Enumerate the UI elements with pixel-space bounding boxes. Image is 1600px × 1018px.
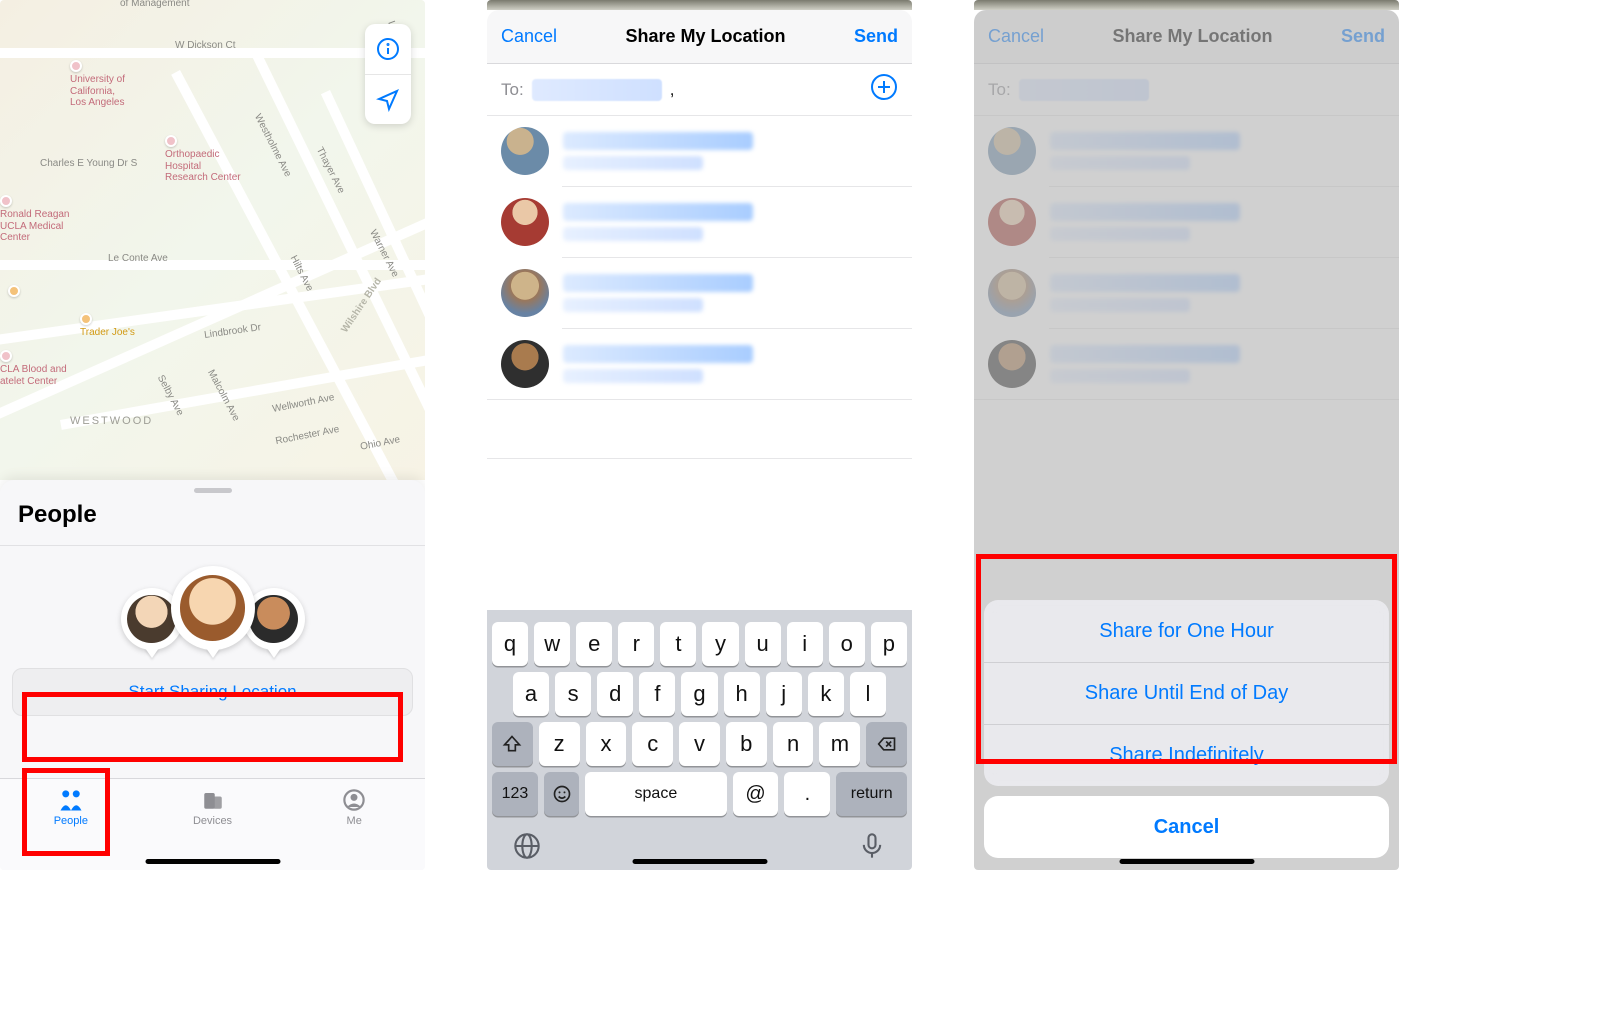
district-label: WESTWOOD	[70, 415, 153, 427]
poi-hospital: CLA Blood and atelet Center	[0, 350, 67, 387]
poi-store: Trader Joe's	[80, 313, 135, 339]
key-u[interactable]: u	[745, 622, 781, 666]
share-one-hour-button[interactable]: Share for One Hour	[984, 600, 1389, 662]
key-l[interactable]: l	[850, 672, 886, 716]
tab-me[interactable]: Me	[283, 779, 425, 870]
key-w[interactable]: w	[534, 622, 570, 666]
key-period[interactable]: .	[784, 772, 830, 816]
add-contact-button[interactable]	[870, 73, 898, 106]
key-y[interactable]: y	[702, 622, 738, 666]
key-at[interactable]: @	[733, 772, 779, 816]
avatar	[501, 127, 549, 175]
share-location-compose-screen: Cancel Share My Location Send To: ,	[487, 0, 912, 870]
people-icon	[57, 787, 85, 813]
key-g[interactable]: g	[681, 672, 717, 716]
send-button[interactable]: Send	[854, 26, 898, 47]
shift-icon	[502, 734, 522, 754]
key-emoji[interactable]	[544, 772, 579, 816]
poi-university: University of California, Los Angeles	[70, 60, 125, 109]
info-button[interactable]	[365, 24, 411, 74]
road-label: Wellworth Ave	[272, 392, 336, 415]
nav-title: Share My Location	[625, 26, 785, 47]
road-label: Le Conte Ave	[108, 253, 168, 264]
key-s[interactable]: s	[555, 672, 591, 716]
backspace-icon	[877, 734, 897, 754]
avatar	[501, 198, 549, 246]
duration-action-sheet: Share for One Hour Share Until End of Da…	[984, 600, 1389, 858]
tab-devices[interactable]: Devices	[142, 779, 284, 870]
key-t[interactable]: t	[660, 622, 696, 666]
poi-store	[8, 285, 20, 299]
find-my-people-screen: of Management W Dickson Ct Loring Ave We…	[0, 0, 425, 870]
key-x[interactable]: x	[586, 722, 627, 766]
road-label: Lindbrook Dr	[204, 322, 262, 341]
contact-suggestion[interactable]	[487, 116, 912, 186]
key-b[interactable]: b	[726, 722, 767, 766]
people-avatars	[0, 546, 425, 668]
key-backspace[interactable]	[866, 722, 907, 766]
key-i[interactable]: i	[787, 622, 823, 666]
plus-circle-icon	[870, 73, 898, 101]
home-indicator[interactable]	[145, 859, 280, 864]
cancel-button[interactable]: Cancel	[501, 26, 557, 47]
home-indicator[interactable]	[1119, 859, 1254, 864]
key-e[interactable]: e	[576, 622, 612, 666]
me-icon	[340, 787, 368, 813]
key-v[interactable]: v	[679, 722, 720, 766]
action-sheet-cancel-button[interactable]: Cancel	[984, 796, 1389, 858]
key-return[interactable]: return	[836, 772, 907, 816]
contact-suggestion[interactable]	[487, 329, 912, 399]
road-label: Charles E Young Dr S	[40, 158, 137, 169]
home-indicator[interactable]	[632, 859, 767, 864]
key-c[interactable]: c	[632, 722, 673, 766]
road-label: Rochester Ave	[275, 424, 341, 447]
tab-bar: People Devices Me	[0, 778, 425, 870]
key-n[interactable]: n	[773, 722, 814, 766]
navbar: Cancel Share My Location Send	[487, 10, 912, 64]
map-controls	[365, 24, 411, 124]
to-row[interactable]: To: ,	[487, 64, 912, 116]
emoji-icon	[552, 784, 572, 804]
sheet-grabber[interactable]	[194, 488, 232, 493]
contact-suggestion[interactable]	[487, 258, 912, 328]
share-location-duration-screen: Cancel Share My Location Send To:	[974, 0, 1399, 870]
keyboard[interactable]: q w e r t y u i o p a s d f g h j k l	[487, 610, 912, 870]
key-r[interactable]: r	[618, 622, 654, 666]
person-pin[interactable]	[171, 566, 255, 650]
key-d[interactable]: d	[597, 672, 633, 716]
key-f[interactable]: f	[639, 672, 675, 716]
road-label: W Dickson Ct	[175, 40, 236, 51]
road-label: of Management	[120, 0, 190, 9]
sheet-title: People	[0, 497, 425, 546]
key-z[interactable]: z	[539, 722, 580, 766]
key-o[interactable]: o	[829, 622, 865, 666]
key-p[interactable]: p	[871, 622, 907, 666]
to-label: To:	[501, 80, 524, 100]
key-space[interactable]: space	[585, 772, 726, 816]
key-a[interactable]: a	[513, 672, 549, 716]
share-indefinitely-button[interactable]: Share Indefinitely	[984, 724, 1389, 786]
key-shift[interactable]	[492, 722, 533, 766]
key-k[interactable]: k	[808, 672, 844, 716]
start-sharing-button[interactable]: Start Sharing Location	[12, 668, 413, 716]
mic-icon[interactable]	[858, 832, 886, 860]
key-j[interactable]: j	[766, 672, 802, 716]
recipient-chip[interactable]	[532, 79, 662, 101]
key-h[interactable]: h	[724, 672, 760, 716]
poi-hospital: Orthopaedic Hospital Research Center	[165, 135, 241, 184]
devices-icon	[199, 787, 227, 813]
key-numbers[interactable]: 123	[492, 772, 538, 816]
key-m[interactable]: m	[819, 722, 860, 766]
poi-hospital: Ronald Reagan UCLA Medical Center	[0, 195, 70, 244]
avatar	[501, 269, 549, 317]
map-view[interactable]: of Management W Dickson Ct Loring Ave We…	[0, 0, 425, 480]
locate-button[interactable]	[365, 74, 411, 124]
key-q[interactable]: q	[492, 622, 528, 666]
contact-suggestion[interactable]	[487, 187, 912, 257]
share-end-of-day-button[interactable]: Share Until End of Day	[984, 662, 1389, 724]
people-sheet: People Start Sharing Location People Dev…	[0, 480, 425, 870]
globe-icon[interactable]	[513, 832, 541, 860]
tab-people[interactable]: People	[0, 779, 142, 870]
avatar	[501, 340, 549, 388]
